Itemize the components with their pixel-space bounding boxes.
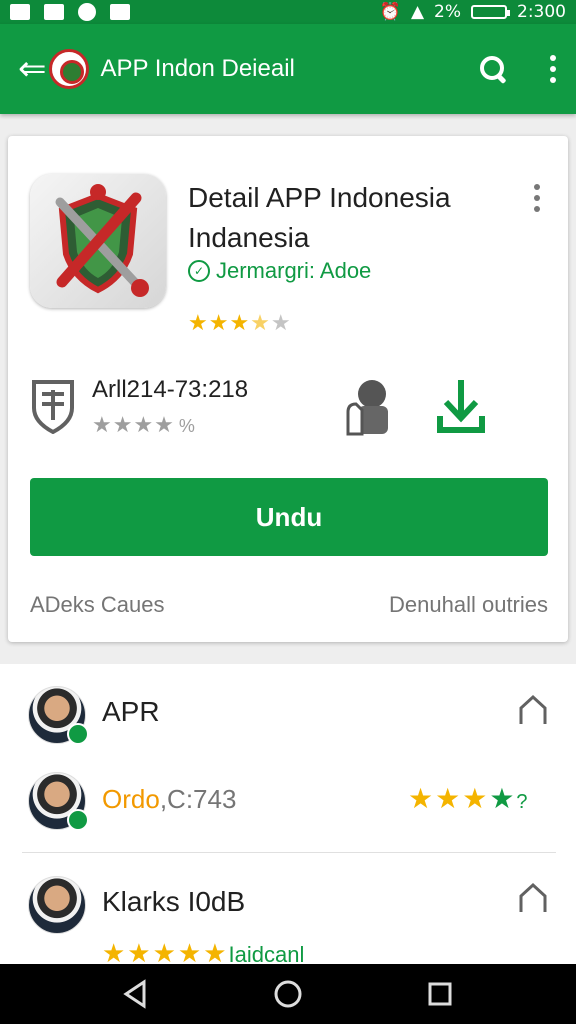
download-icon[interactable]: [434, 376, 488, 436]
content-rating-icon: [32, 380, 74, 434]
developer-name: Jermargri: Adoe: [216, 258, 372, 283]
search-icon[interactable]: [478, 54, 508, 84]
alarm-icon: ⏰: [379, 2, 401, 22]
battery-icon: [471, 5, 510, 19]
nav-home-icon[interactable]: [272, 978, 304, 1010]
meta-rating-stars: ★★★★%: [92, 412, 196, 437]
back-arrow-icon[interactable]: ⇐: [18, 52, 47, 86]
app-title: Detail APP Indonesia Indanesia: [188, 182, 451, 253]
app-rating-stars: ★★★★★: [188, 310, 292, 335]
divider: [22, 852, 556, 853]
film-notification-icon: [44, 4, 64, 20]
app-icon: [30, 174, 166, 308]
meta-rating-suffix: %: [178, 416, 196, 436]
badge-icon: [67, 809, 89, 831]
signal-icon: ▲: [410, 2, 425, 22]
status-bar: ⏰ ▲ 2% 2:300: [0, 0, 576, 24]
app-bar-title: APP Indon Deieail: [100, 55, 295, 82]
related-list: APR Ordo,C:743 ★★★★? Klarks I0dB ★★★★★Ia…: [0, 664, 576, 968]
avatar[interactable]: [28, 876, 86, 934]
app-logo-icon: [48, 49, 89, 89]
clock: 2:300: [517, 2, 566, 22]
bookmark-icon[interactable]: [518, 882, 548, 914]
app-bar: ⇐ APP Indon Deieail: [0, 24, 576, 114]
nav-back-icon[interactable]: [120, 978, 152, 1010]
info-notification-icon: [78, 3, 96, 21]
shield-swords-icon: [55, 184, 149, 297]
list-item-title[interactable]: Klarks I0dB: [102, 886, 245, 918]
gallery-notification-icon: [10, 4, 30, 20]
bookmark-icon[interactable]: [518, 694, 548, 726]
system-nav-bar: [0, 964, 576, 1024]
card-overflow-icon[interactable]: [534, 184, 540, 217]
developer-row[interactable]: ✓ Jermargri: Adoe: [188, 258, 371, 284]
avatar[interactable]: [28, 772, 89, 831]
card-footer-left-link[interactable]: ADeks Caues: [30, 592, 165, 618]
list-item-title[interactable]: APR: [102, 696, 160, 728]
overflow-menu-icon[interactable]: [548, 55, 558, 83]
battery-percent: 2%: [434, 2, 461, 22]
app-meta-info: Arll214-73:218: [92, 376, 249, 403]
install-button[interactable]: Undu: [30, 478, 548, 556]
person-icon[interactable]: [342, 376, 396, 436]
app-detail-card: Detail APP Indonesia Indanesia ✓ Jermarg…: [8, 136, 568, 642]
app-notification-icon: [110, 4, 130, 20]
card-footer-right-link[interactable]: Denuhall outries: [389, 592, 548, 618]
badge-icon: [67, 723, 89, 745]
nav-recents-icon[interactable]: [424, 978, 456, 1010]
avatar[interactable]: [28, 686, 89, 745]
list-item-subtitle: Ordo,C:743: [102, 784, 237, 814]
verified-icon: ✓: [188, 260, 210, 282]
list-item-rating-stars: ★★★★?: [408, 783, 530, 814]
